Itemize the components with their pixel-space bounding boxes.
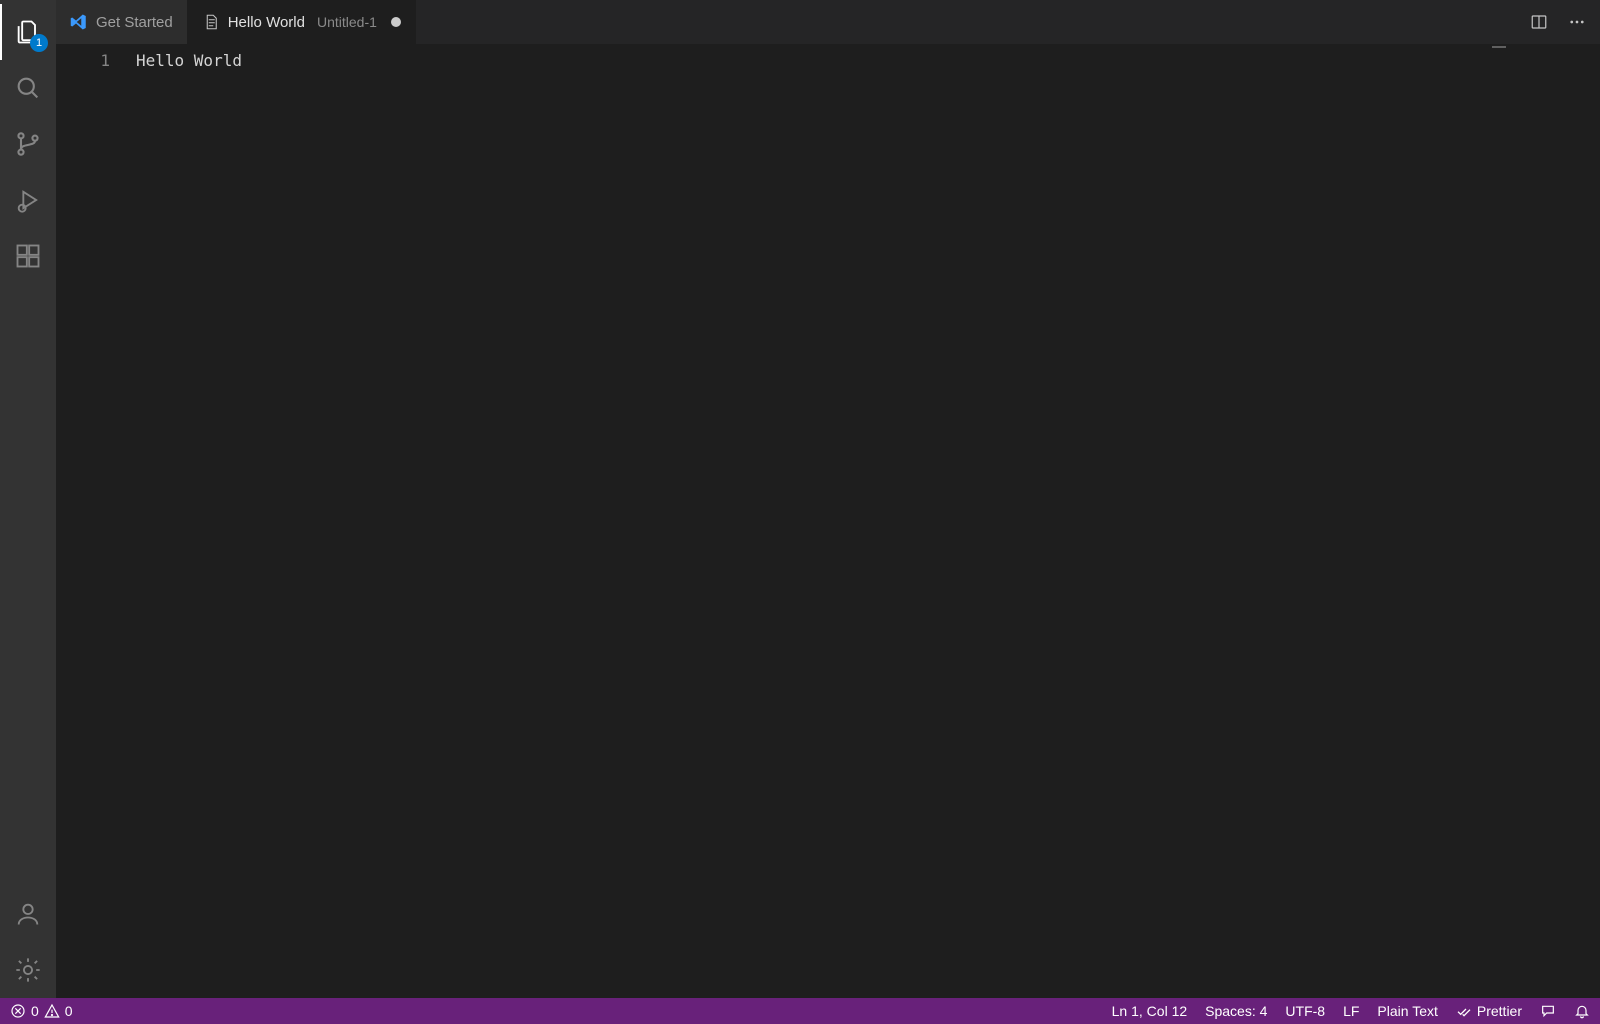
- activity-accounts[interactable]: [0, 886, 56, 942]
- feedback-icon: [1540, 1003, 1556, 1019]
- tab-label: Get Started: [96, 14, 173, 31]
- tab-subtitle: Untitled-1: [317, 14, 377, 30]
- code-line[interactable]: Hello World: [136, 50, 1490, 72]
- more-actions-button[interactable]: [1562, 7, 1592, 37]
- activity-source-control[interactable]: [0, 116, 56, 172]
- main-area: 1: [0, 0, 1600, 998]
- status-notifications[interactable]: [1574, 1003, 1590, 1019]
- search-icon: [14, 74, 42, 102]
- line-number: 1: [56, 50, 110, 72]
- error-icon: [10, 1003, 26, 1019]
- status-problems[interactable]: 0 0: [10, 1003, 73, 1019]
- line-number-gutter: 1: [56, 44, 136, 998]
- activity-search[interactable]: [0, 60, 56, 116]
- error-count: 0: [31, 1003, 39, 1019]
- status-encoding[interactable]: UTF-8: [1285, 1003, 1325, 1019]
- status-cursor-position[interactable]: Ln 1, Col 12: [1112, 1003, 1188, 1019]
- code-content[interactable]: Hello World: [136, 44, 1490, 998]
- split-editor-button[interactable]: [1524, 7, 1554, 37]
- extensions-icon: [14, 242, 42, 270]
- gear-icon: [14, 956, 42, 984]
- status-eol[interactable]: LF: [1343, 1003, 1359, 1019]
- status-indentation[interactable]: Spaces: 4: [1205, 1003, 1267, 1019]
- ellipsis-icon: [1568, 13, 1586, 31]
- status-bar: 0 0 Ln 1, Col 12 Spaces: 4 UTF-8 LF Plai…: [0, 998, 1600, 1024]
- activity-extensions[interactable]: [0, 228, 56, 284]
- minimap-content-icon: [1492, 46, 1506, 48]
- minimap[interactable]: [1490, 44, 1600, 998]
- bell-icon: [1574, 1003, 1590, 1019]
- activity-settings[interactable]: [0, 942, 56, 998]
- tab-bar: Get Started Hello World Untitled-1: [56, 0, 1600, 44]
- tab-untitled-1[interactable]: Hello World Untitled-1: [188, 0, 416, 44]
- double-check-icon: [1456, 1003, 1472, 1019]
- split-icon: [1530, 13, 1548, 31]
- status-prettier[interactable]: Prettier: [1456, 1003, 1522, 1019]
- file-icon: [202, 13, 220, 31]
- editor-body[interactable]: 1 Hello World: [56, 44, 1600, 998]
- tab-label: Hello World: [228, 14, 305, 31]
- status-feedback[interactable]: [1540, 1003, 1556, 1019]
- tab-get-started[interactable]: Get Started: [56, 0, 188, 44]
- vscode-icon: [70, 13, 88, 31]
- status-language-mode[interactable]: Plain Text: [1377, 1003, 1437, 1019]
- branch-icon: [14, 130, 42, 158]
- tab-bar-actions: [1524, 0, 1600, 44]
- editor-region: Get Started Hello World Untitled-1: [56, 0, 1600, 998]
- activity-explorer[interactable]: 1: [0, 4, 56, 60]
- activity-bar: 1: [0, 0, 56, 998]
- dirty-indicator-icon: [391, 17, 401, 27]
- warning-count: 0: [65, 1003, 73, 1019]
- activity-run-debug[interactable]: [0, 172, 56, 228]
- account-icon: [14, 900, 42, 928]
- run-debug-icon: [14, 186, 42, 214]
- explorer-badge: 1: [30, 34, 48, 52]
- warning-icon: [44, 1003, 60, 1019]
